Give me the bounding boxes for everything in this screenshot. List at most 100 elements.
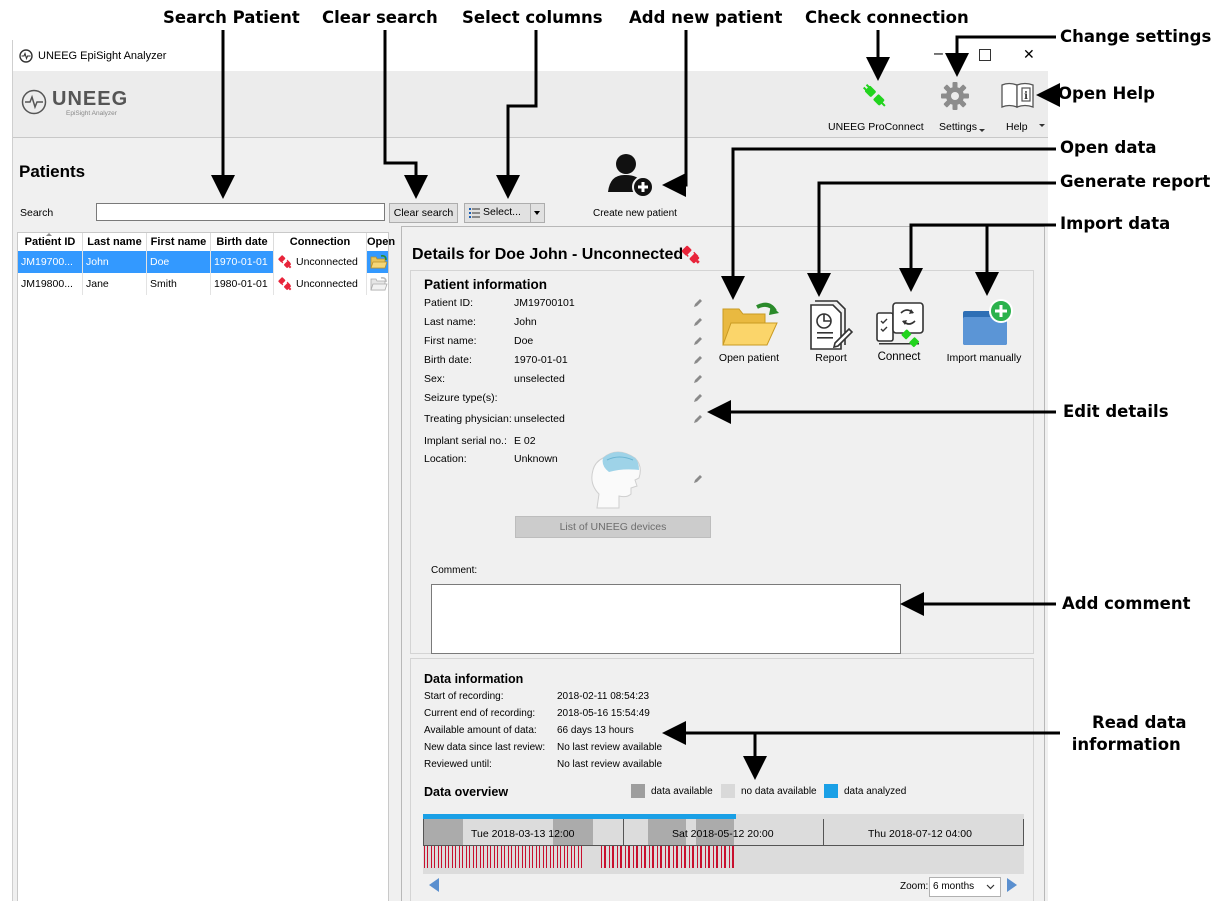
field-label: Sex:	[424, 373, 446, 385]
maximize-button[interactable]	[979, 49, 991, 61]
callout-generate-report: Generate report	[1060, 172, 1211, 191]
brand-logo: UNEEG EpiSight Analyzer	[21, 86, 161, 126]
app-window: UNEEG EpiSight Analyzer – ✕ UNEEG EpiSig…	[12, 40, 1048, 901]
connect-action[interactable]: Connect	[867, 299, 931, 369]
select-columns-label: Select...	[483, 206, 521, 218]
plug-connected-icon[interactable]	[861, 82, 889, 110]
data-field-label: Start of recording:	[424, 691, 504, 702]
scroll-left-icon[interactable]	[429, 878, 439, 892]
help-dropdown-icon[interactable]	[1039, 124, 1045, 127]
add-patient-icon[interactable]	[606, 150, 656, 200]
list-devices-button[interactable]: List of UNEEG devices	[515, 516, 711, 538]
data-info-title: Data information	[424, 672, 524, 686]
timeline-tick	[423, 819, 424, 845]
plug-unconnected-icon	[681, 245, 700, 264]
field-value: Unknown	[514, 453, 558, 465]
brand-logo-text: UNEEG	[52, 88, 129, 110]
gear-icon[interactable]	[940, 81, 970, 111]
close-button[interactable]: ✕	[1023, 46, 1035, 63]
legend-swatch-available	[631, 784, 645, 798]
chevron-down-icon	[986, 884, 995, 890]
edit-pencil-icon[interactable]	[693, 298, 703, 308]
help-label[interactable]: Help	[1006, 121, 1028, 133]
data-timeline[interactable]: Tue 2018-03-13 12:00 Sat 2018-05-12 20:0…	[423, 814, 1024, 874]
cell-connection: Unconnected	[274, 273, 367, 295]
brand-logo-icon	[21, 89, 47, 115]
data-overview-title: Data overview	[424, 785, 509, 799]
app-logo-icon	[19, 49, 33, 63]
svg-text:i: i	[1024, 91, 1028, 102]
open-patient-action[interactable]: Open patient	[711, 299, 787, 369]
callout-read-data-line2: information	[1071, 735, 1181, 754]
column-header-open[interactable]: Open	[367, 233, 395, 251]
open-folder-icon[interactable]	[370, 255, 388, 270]
data-field-label: Reviewed until:	[424, 759, 492, 770]
connect-label: Connect	[877, 351, 921, 363]
edit-pencil-icon[interactable]	[693, 336, 703, 346]
event-bars	[601, 846, 736, 868]
help-book-icon[interactable]: i	[1000, 81, 1036, 109]
table-row[interactable]: JM19800... Jane Smith 1980-01-01 Unconne…	[18, 273, 388, 295]
report-document-icon	[810, 300, 854, 350]
plug-unconnected-icon	[278, 255, 292, 269]
open-folder-icon[interactable]	[370, 277, 388, 292]
callout-add-comment: Add comment	[1062, 594, 1191, 613]
proconnect-label[interactable]: UNEEG ProConnect	[828, 121, 924, 133]
field-label: Treating physician:	[424, 413, 512, 425]
field-label: Seizure type(s):	[424, 392, 498, 404]
field-label: Patient ID:	[424, 297, 474, 309]
edit-pencil-icon[interactable]	[693, 414, 703, 424]
zoom-select[interactable]: 6 months	[929, 877, 1001, 897]
brand-logo-subtitle: EpiSight Analyzer	[66, 110, 117, 117]
settings-dropdown-icon[interactable]	[979, 129, 985, 132]
edit-pencil-icon[interactable]	[693, 393, 703, 403]
data-field-value: 66 days 13 hours	[557, 725, 634, 736]
callout-read-data-line1: Read data	[1092, 713, 1187, 732]
callout-search-patient: Search Patient	[163, 8, 300, 27]
chevron-down-icon[interactable]	[534, 211, 540, 215]
clear-search-button[interactable]: Clear search	[389, 203, 458, 223]
import-folder-plus-icon	[963, 299, 1013, 345]
field-value: JM19700101	[514, 297, 575, 309]
column-header-last-name[interactable]: Last name	[83, 233, 147, 251]
table-row[interactable]: JM19700... John Doe 1970-01-01 Unconnect…	[18, 251, 388, 273]
scroll-right-icon[interactable]	[1007, 878, 1017, 892]
cell-last-name: John	[83, 251, 147, 273]
comment-textarea[interactable]	[431, 584, 901, 654]
timeline-tick	[623, 819, 624, 845]
event-bars	[424, 846, 584, 868]
cell-birth-date: 1980-01-01	[211, 273, 274, 295]
column-header-first-name[interactable]: First name	[147, 233, 211, 251]
edit-pencil-icon[interactable]	[693, 317, 703, 327]
legend-swatch-analyzed	[824, 784, 838, 798]
import-manually-label: Import manually	[946, 352, 1022, 364]
callout-import-data: Import data	[1060, 214, 1171, 233]
field-label: First name:	[424, 335, 477, 347]
import-manually-action[interactable]: Import manually	[941, 299, 1027, 369]
column-header-birth-date[interactable]: Birth date	[211, 233, 274, 251]
search-input[interactable]	[96, 203, 385, 221]
list-icon	[469, 208, 480, 218]
settings-label[interactable]: Settings	[939, 121, 977, 133]
column-header-connection[interactable]: Connection	[274, 233, 367, 251]
legend-label-available: data available	[651, 786, 713, 797]
edit-pencil-icon[interactable]	[693, 374, 703, 384]
edit-pencil-icon[interactable]	[693, 474, 703, 484]
timeline-tick	[823, 819, 824, 845]
callout-add-new-patient: Add new patient	[629, 8, 783, 27]
minimize-button[interactable]: –	[934, 45, 943, 63]
select-columns-split	[530, 204, 531, 222]
toolbar: UNEEG EpiSight Analyzer UNEEG ProConnect	[13, 71, 1048, 138]
callout-check-connection: Check connection	[805, 8, 969, 27]
select-columns-button[interactable]: Select...	[464, 203, 545, 223]
title-bar: UNEEG EpiSight Analyzer – ✕	[13, 40, 1048, 71]
data-field-label: New data since last review:	[424, 742, 546, 753]
edit-pencil-icon[interactable]	[693, 355, 703, 365]
report-action[interactable]: Report	[801, 299, 861, 369]
details-title: Details for Doe John - Unconnected	[412, 246, 684, 263]
legend-label-analyzed: data analyzed	[844, 786, 907, 797]
zoom-label: Zoom:	[900, 881, 929, 892]
callout-change-settings: Change settings	[1060, 27, 1212, 46]
cell-patient-id: JM19700...	[18, 251, 83, 273]
create-new-patient-label[interactable]: Create new patient	[593, 208, 677, 219]
